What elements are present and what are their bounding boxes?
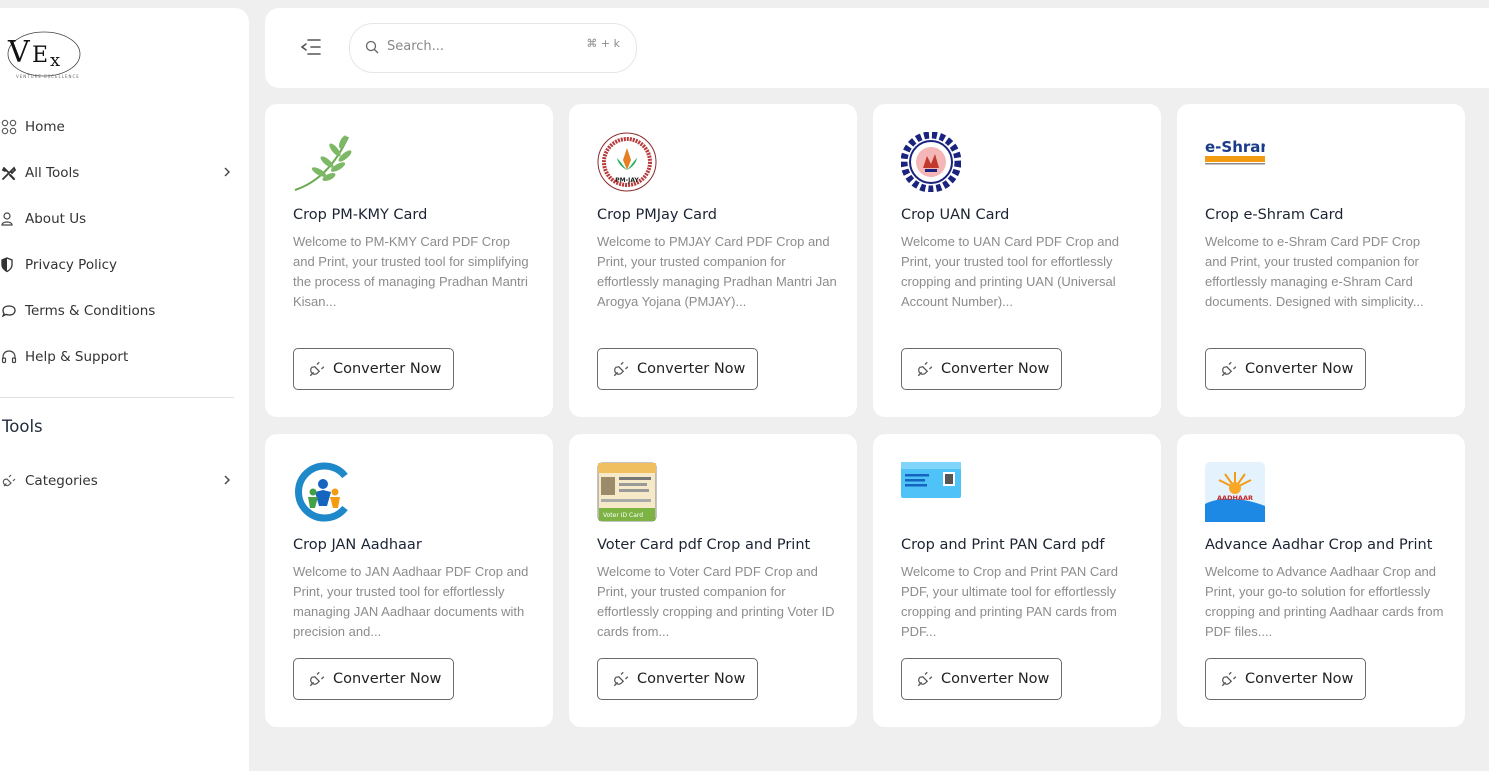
tool-card-pmjay: PM-JAY Crop PMJay Card Welcome to PMJAY … [569, 104, 857, 417]
sidebar-item-label: Help & Support [25, 349, 129, 365]
button-label: Converter Now [333, 671, 442, 687]
tool-card-jan-aadhaar: Crop JAN Aadhaar Welcome to JAN Aadhaar … [265, 434, 553, 727]
button-label: Converter Now [333, 361, 442, 377]
plug-icon [308, 360, 326, 378]
sidebar-nav: Home All Tools About Us Privacy Policy T… [0, 104, 249, 380]
brand-logo[interactable]: V E x VENTURE EXCELLENCE [2, 22, 84, 84]
sidebar-item-terms-conditions[interactable]: Terms & Conditions [0, 288, 249, 334]
aadhaar-logo-icon: AADHAAR [1205, 462, 1265, 522]
sidebar-item-label: Privacy Policy [25, 257, 118, 273]
converter-now-button[interactable]: Converter Now [1205, 658, 1366, 700]
converter-now-button[interactable]: Converter Now [597, 348, 758, 390]
svg-text:V: V [7, 35, 31, 70]
plug-icon [612, 360, 630, 378]
card-title: Crop JAN Aadhaar [293, 537, 422, 553]
user-icon [0, 210, 18, 228]
menu-collapse-icon[interactable] [299, 36, 323, 58]
card-title: Crop and Print PAN Card pdf [901, 537, 1105, 553]
sidebar-item-home[interactable]: Home [0, 104, 249, 150]
button-label: Converter Now [1245, 361, 1354, 377]
converter-now-button[interactable]: Converter Now [1205, 348, 1366, 390]
aadhaar-logo-text: AADHAAR [1217, 494, 1253, 502]
card-title: Crop PMJay Card [597, 207, 717, 223]
sidebar-divider [0, 397, 234, 398]
plug-icon [612, 670, 630, 688]
voter-id-card-icon: Voter ID Card [597, 462, 657, 522]
card-description: Welcome to Voter Card PDF Crop and Print… [597, 564, 835, 639]
pan-card-icon [901, 462, 961, 522]
search-input[interactable]: Search... ⌘ + k [349, 23, 637, 73]
card-description: Welcome to Advance Aadhaar Crop and Prin… [1205, 564, 1444, 639]
sidebar-item-about-us[interactable]: About Us [0, 196, 249, 242]
search-shortcut-hint: ⌘ + k [586, 37, 620, 50]
card-description: Welcome to PM-KMY Card PDF Crop and Prin… [293, 234, 529, 309]
converter-now-button[interactable]: Converter Now [901, 348, 1062, 390]
plug-icon [1220, 670, 1238, 688]
voter-id-logo-text: Voter ID Card [603, 512, 643, 519]
card-title: Voter Card pdf Crop and Print [597, 537, 811, 553]
sidebar-item-all-tools[interactable]: All Tools [0, 150, 249, 196]
chat-icon [0, 302, 18, 320]
search-placeholder: Search... [387, 39, 445, 54]
card-description: Welcome to JAN Aadhaar PDF Crop and Prin… [293, 564, 529, 639]
card-description: Welcome to Crop and Print PAN Card PDF, … [901, 564, 1118, 639]
button-label: Converter Now [941, 361, 1050, 377]
headset-icon [0, 348, 18, 366]
converter-now-button[interactable]: Converter Now [293, 658, 454, 700]
sidebar: V E x VENTURE EXCELLENCE Home All Tools [0, 8, 249, 771]
converter-now-button[interactable]: Converter Now [293, 348, 454, 390]
pmjay-logo-text: PM-JAY [615, 177, 639, 184]
epfo-logo-icon [900, 131, 962, 193]
sidebar-item-label: Categories [25, 473, 98, 489]
sidebar-item-label: Home [25, 119, 65, 135]
card-description: Welcome to PMJAY Card PDF Crop and Print… [597, 234, 837, 309]
pmjay-logo-icon: PM-JAY [597, 132, 657, 192]
card-title: Crop PM-KMY Card [293, 207, 428, 223]
card-title: Advance Aadhar Crop and Print [1205, 537, 1433, 553]
tool-card-advance-aadhar: AADHAAR Advance Aadhar Crop and Print We… [1177, 434, 1465, 727]
card-title: Crop UAN Card [901, 207, 1010, 223]
tools-icon [0, 164, 18, 182]
sidebar-item-label: About Us [25, 211, 87, 227]
card-description: Welcome to UAN Card PDF Crop and Print, … [901, 234, 1119, 309]
sidebar-item-categories[interactable]: Categories [0, 458, 249, 504]
jan-aadhaar-logo-icon [293, 462, 353, 522]
plug-icon [0, 472, 18, 490]
button-label: Converter Now [637, 361, 746, 377]
converter-now-button[interactable]: Converter Now [901, 658, 1062, 700]
sidebar-item-help-support[interactable]: Help & Support [0, 334, 249, 380]
top-header: Search... ⌘ + k [265, 8, 1489, 88]
plug-icon [916, 670, 934, 688]
card-description: Welcome to e-Shram Card PDF Crop and Pri… [1205, 234, 1424, 309]
card-title: Crop e-Shram Card [1205, 207, 1344, 223]
plug-icon [1220, 360, 1238, 378]
plug-icon [916, 360, 934, 378]
tools-section-title: Tools [2, 417, 43, 436]
button-label: Converter Now [941, 671, 1050, 687]
grid-icon [0, 118, 18, 136]
sidebar-item-privacy-policy[interactable]: Privacy Policy [0, 242, 249, 288]
plug-icon [308, 670, 326, 688]
tool-card-uan: Crop UAN Card Welcome to UAN Card PDF Cr… [873, 104, 1161, 417]
shield-icon [0, 256, 18, 274]
tool-card-pan-card: Crop and Print PAN Card pdf Welcome to C… [873, 434, 1161, 727]
button-label: Converter Now [1245, 671, 1354, 687]
chevron-right-icon [220, 473, 234, 487]
tool-card-e-shram: e-Shram Crop e-Shram Card Welcome to e-S… [1177, 104, 1465, 417]
tool-card-voter-card: Voter ID Card Voter Card pdf Crop and Pr… [569, 434, 857, 727]
sidebar-item-label: Terms & Conditions [25, 303, 156, 319]
eshram-logo-icon: e-Shram [1205, 132, 1276, 192]
tool-card-pm-kmy: Crop PM-KMY Card Welcome to PM-KMY Card … [265, 104, 553, 417]
button-label: Converter Now [637, 671, 746, 687]
wheat-leaf-icon [293, 132, 353, 192]
sidebar-item-label: All Tools [25, 165, 80, 181]
chevron-right-icon [220, 165, 234, 179]
search-icon [365, 39, 379, 54]
svg-text:x: x [50, 50, 60, 71]
svg-text:E: E [32, 43, 48, 68]
eshram-logo-text: e-Shram [1205, 138, 1265, 156]
svg-text:VENTURE EXCELLENCE: VENTURE EXCELLENCE [16, 74, 80, 79]
converter-now-button[interactable]: Converter Now [597, 658, 758, 700]
